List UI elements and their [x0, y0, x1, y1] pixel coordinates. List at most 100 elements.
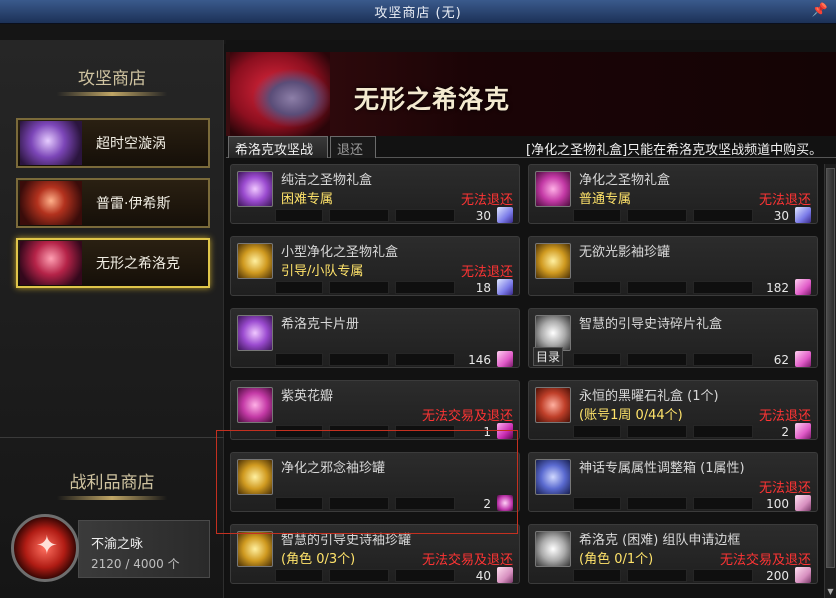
raid-shop-title: 攻坚商店 [78, 69, 146, 89]
shop-button-sirocco[interactable]: 无形之希洛克 [16, 238, 210, 288]
price-slot [693, 281, 753, 294]
feather-currency-icon [795, 567, 811, 583]
catalog-tag[interactable]: 目录 [533, 347, 564, 366]
item-icon [237, 243, 273, 279]
shop-label: 无形之希洛克 [96, 256, 180, 272]
price-slot [693, 353, 753, 366]
shop-item-card[interactable]: 智慧的引导史诗袖珍罐 (角色 0/3个) 无法交易及退还 40 [230, 524, 520, 584]
shop-item-card[interactable]: 净化之邪念袖珍罐 2 [230, 452, 520, 512]
shop-label: 超时空漩涡 [96, 136, 166, 152]
price-slot [627, 497, 687, 510]
shard-currency-icon [497, 279, 513, 295]
shop-main: 无形之希洛克 希洛克攻坚战 退还 [净化之圣物礼盒]只能在希洛克攻坚战频道中购买… [216, 40, 836, 598]
price-slot [627, 281, 687, 294]
item-price: 200 [766, 569, 789, 583]
shop-item-card[interactable]: 永恒的黑曜石礼盒 (1个) (账号1周 0/44个) 无法退还 2 [528, 380, 818, 440]
item-warning: 无法交易及退还 [421, 553, 513, 568]
price-slot [329, 425, 389, 438]
item-icon [237, 531, 273, 567]
feather-currency-icon [497, 567, 513, 583]
item-name: 净化之邪念袖珍罐 [281, 461, 386, 476]
shop-item-card[interactable]: 智慧的引导史诗碎片礼盒 62 目录 [528, 308, 818, 368]
item-restriction: 引导/小队专属 [281, 264, 364, 279]
shard-currency-icon [497, 207, 513, 223]
pin-icon[interactable]: 📌 [812, 3, 828, 18]
shop-item-card[interactable]: 净化之圣物礼盒 普通专属 无法退还 30 [528, 164, 818, 224]
price-slot [329, 209, 389, 222]
item-icon [535, 531, 571, 567]
scroll-down-arrow-icon[interactable]: ▼ [826, 587, 835, 596]
item-icon [237, 459, 273, 495]
item-price: 30 [773, 209, 789, 223]
shop-item-card[interactable]: 纯洁之圣物礼盒 困难专属 无法退还 30 [230, 164, 520, 224]
sirocco-portrait-icon [230, 52, 330, 136]
tab-sirocco-raid[interactable]: 希洛克攻坚战 [228, 136, 328, 158]
price-slot [275, 209, 323, 222]
shop-item-card[interactable]: 神话专属属性调整箱 (1属性) 无法退还 100 [528, 452, 818, 512]
item-name: 神话专属属性调整箱 (1属性) [579, 461, 745, 476]
item-icon [535, 315, 571, 351]
shop-button-vortex[interactable]: 超时空漩涡 [16, 118, 210, 168]
shop-item-card[interactable]: 小型净化之圣物礼盒 引导/小队专属 无法退还 18 [230, 236, 520, 296]
item-warning: 无法退还 [758, 409, 811, 424]
item-grid: 纯洁之圣物礼盒 困难专属 无法退还 30 净化之圣物礼盒 普通专属 无法退还 30 小型净化之圣… [226, 164, 826, 598]
price-slot [395, 425, 455, 438]
scrollbar-thumb[interactable] [826, 168, 835, 568]
price-slot [627, 353, 687, 366]
item-warning: 无法退还 [758, 481, 811, 496]
loot-shop-title: 战利品商店 [69, 473, 155, 493]
item-price: 1 [483, 425, 491, 439]
item-restriction: 困难专属 [281, 192, 334, 207]
price-slot [329, 353, 389, 366]
item-icon [535, 459, 571, 495]
price-slot [573, 281, 621, 294]
shop-sidebar: 攻坚商店 超时空漩涡 普雷·伊希斯 无形之希洛克 战利品商店 不渝之咏 2120… [0, 40, 224, 598]
price-slot [395, 497, 455, 510]
item-price: 18 [475, 281, 491, 295]
fang-currency-icon [795, 351, 811, 367]
item-warning: 无法退还 [460, 265, 513, 280]
title-bar[interactable]: 攻坚商店 (无) 📌 [0, 0, 836, 24]
item-name: 智慧的引导史诗碎片礼盒 [579, 317, 723, 332]
item-restriction: 普通专属 [579, 192, 632, 207]
item-warning: 无法交易及退还 [421, 409, 513, 424]
item-price: 40 [475, 569, 491, 583]
item-price: 2 [483, 497, 491, 511]
token-count: 2120 / 4000 个 [91, 557, 180, 571]
header-ornament [57, 496, 167, 500]
price-slot [693, 209, 753, 222]
item-restriction: (账号1周 0/44个) [579, 408, 683, 423]
price-slot [329, 281, 389, 294]
item-name: 永恒的黑曜石礼盒 (1个) [579, 389, 719, 404]
token-name: 不渝之咏 [91, 537, 144, 552]
section-divider [0, 437, 224, 438]
sirocco-portrait-icon [20, 241, 82, 285]
swirl-currency-icon [497, 495, 513, 511]
fang-currency-icon [497, 351, 513, 367]
item-name: 紫英花瓣 [281, 389, 334, 404]
item-restriction: (角色 0/1个) [579, 552, 654, 567]
price-slot [275, 497, 323, 510]
price-slot [275, 569, 323, 582]
boss-banner: 无形之希洛克 [226, 52, 836, 136]
item-warning: 无法退还 [460, 193, 513, 208]
price-slot [275, 425, 323, 438]
price-slot [573, 353, 621, 366]
feather-currency-icon [795, 495, 811, 511]
item-icon [237, 171, 273, 207]
item-icon [535, 171, 571, 207]
shop-item-card[interactable]: 希洛克 (困难) 组队申请边框 (角色 0/1个) 无法交易及退还 200 [528, 524, 818, 584]
shop-button-prey-isys[interactable]: 普雷·伊希斯 [16, 178, 210, 228]
shop-label: 普雷·伊希斯 [96, 196, 171, 212]
scrollbar[interactable]: ▼ [824, 164, 836, 598]
item-name: 无欲光影袖珍罐 [579, 245, 671, 260]
shop-item-card[interactable]: 无欲光影袖珍罐 182 [528, 236, 818, 296]
item-warning: 无法退还 [758, 193, 811, 208]
item-price: 2 [781, 425, 789, 439]
price-slot [395, 569, 455, 582]
item-name: 纯洁之圣物礼盒 [281, 173, 373, 188]
shop-item-card[interactable]: 希洛克卡片册 146 [230, 308, 520, 368]
shop-item-card[interactable]: 紫英花瓣无法交易及退还 1 [230, 380, 520, 440]
window-title: 攻坚商店 (无) [374, 6, 462, 21]
tab-refund[interactable]: 退还 [330, 136, 376, 158]
